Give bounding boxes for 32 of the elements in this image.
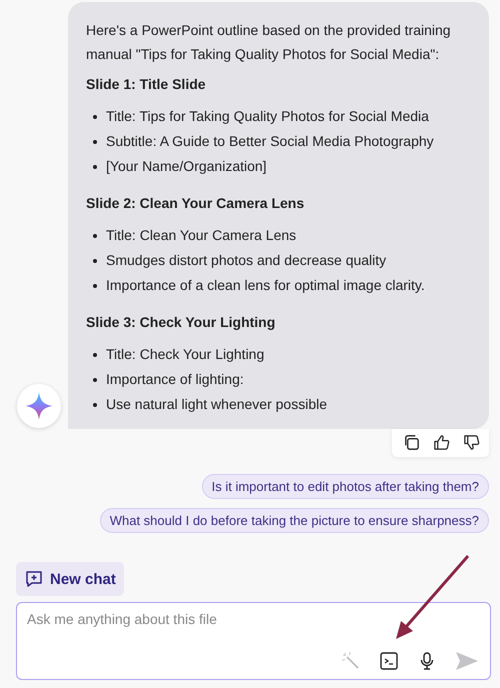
chat-plus-icon bbox=[24, 569, 44, 589]
bullet-text: Title: Check Your Lighting bbox=[106, 345, 264, 364]
bullet-icon bbox=[93, 284, 97, 288]
bullet-icon bbox=[93, 352, 97, 356]
bullet-text: Title: Clean Your Camera Lens bbox=[106, 226, 296, 245]
sparkle-icon bbox=[24, 391, 54, 421]
bullet-icon bbox=[93, 402, 97, 406]
message-text: Here's a PowerPoint outline based on the provided training manual "Tips for Taking Quality Photos for Social Media": bbox=[86, 21, 452, 64]
bullet-icon bbox=[93, 258, 97, 262]
slide-heading: Slide 2: Clean Your Camera Lens bbox=[86, 194, 306, 213]
bullet-text: Smudges distort photos and decrease quality bbox=[106, 251, 386, 270]
thumbs-down-icon[interactable] bbox=[462, 433, 481, 452]
bullet-icon bbox=[93, 234, 97, 238]
copy-icon[interactable] bbox=[402, 433, 421, 452]
bullet-text: Title: Tips for Taking Quality Photos for Social Media bbox=[106, 107, 429, 126]
bullet-text: Use natural light whenever possible bbox=[106, 395, 328, 414]
thumbs-up-icon[interactable] bbox=[432, 433, 451, 452]
bullet-icon bbox=[93, 164, 97, 168]
bullet-text: Subtitle: A Guide to Better Social Media Photography bbox=[106, 132, 434, 151]
suggestion-chip[interactable]: Is it important to edit photos after taking them? bbox=[202, 474, 489, 499]
terminal-icon[interactable] bbox=[379, 651, 399, 671]
slide-heading: Slide 3: Check Your Lighting bbox=[86, 313, 276, 332]
bullet-text: [Your Name/Organization] bbox=[106, 157, 267, 176]
bullet-text: Importance of lighting: bbox=[106, 370, 244, 389]
bullet-icon bbox=[93, 378, 97, 382]
new-chat-button[interactable]: New chat bbox=[16, 562, 124, 596]
message-input-field[interactable]: Ask me anything about this file bbox=[16, 602, 491, 680]
suggestion-chip[interactable]: What should I do before taking the picture to ensure sharpness? bbox=[100, 508, 489, 533]
bullet-text: Importance of a clean lens for optimal image clarity. bbox=[106, 276, 425, 295]
slide-heading: Slide 1: Title Slide bbox=[86, 75, 207, 94]
bullet-icon bbox=[93, 140, 97, 144]
bullet-icon bbox=[93, 114, 97, 118]
